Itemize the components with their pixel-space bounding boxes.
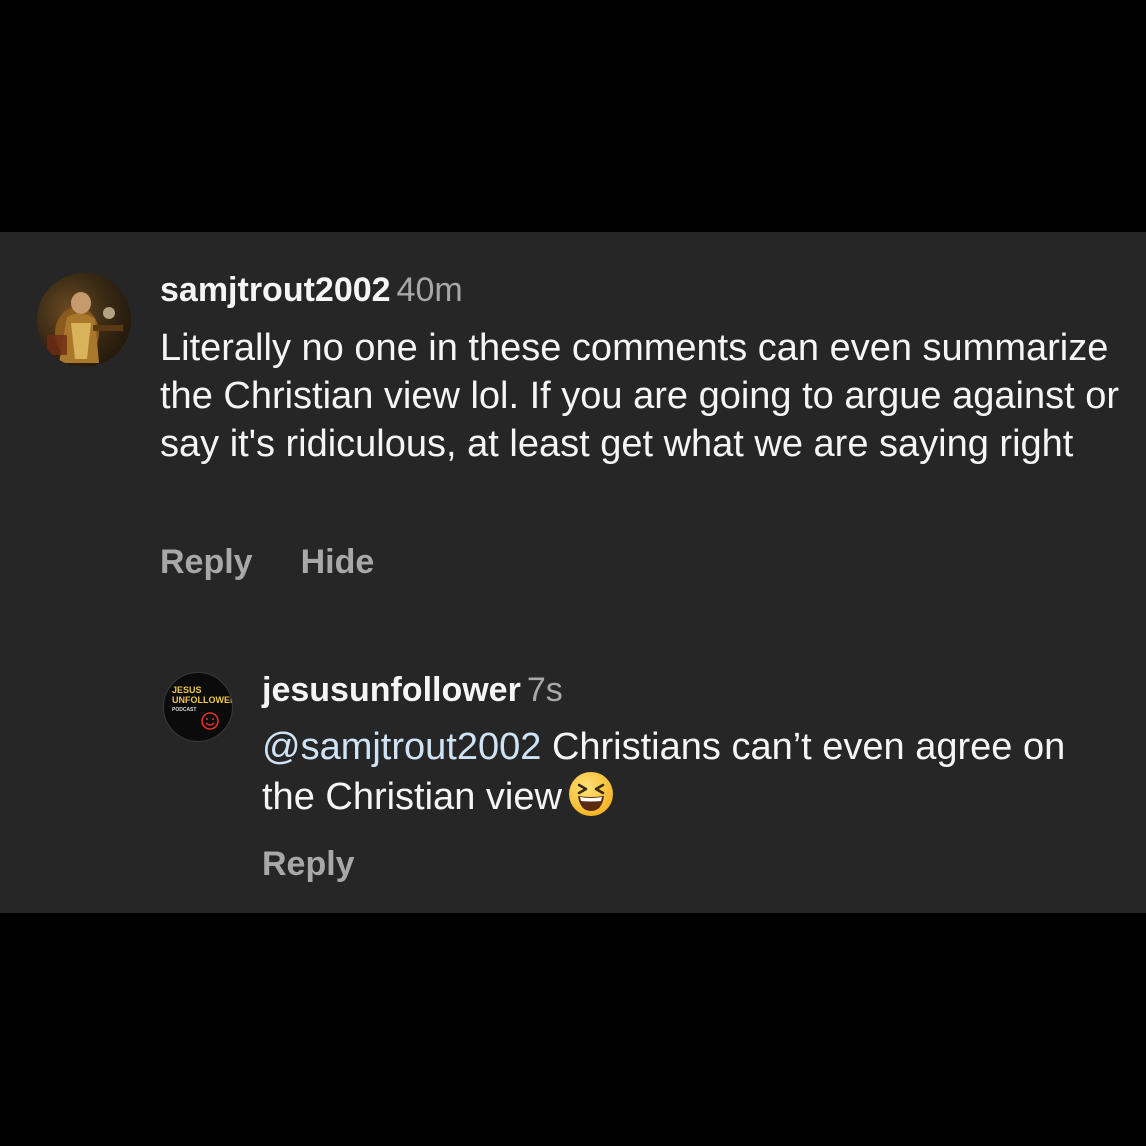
comment-text: Literally no one in these comments can e… (160, 327, 1119, 465)
comment-header: samjtrout2002 40m (160, 270, 463, 310)
timestamp: 7s (526, 671, 563, 709)
reply-button[interactable]: Reply (160, 543, 253, 581)
mention-link[interactable]: @samjtrout2002 (262, 726, 541, 768)
reply-button[interactable]: Reply (262, 845, 355, 883)
avatar[interactable] (37, 273, 131, 367)
comment-header: jesusunfollower 7s (262, 670, 563, 710)
comment: samjtrout2002 40m Literally no one in the… (0, 232, 1146, 612)
grinning-squinting-face-icon (568, 772, 613, 816)
avatar[interactable]: JESUS UNFOLLOWER PODCAST (163, 672, 233, 742)
comments-panel: samjtrout2002 40m Literally no one in the… (0, 232, 1146, 913)
podcast-logo-avatar-icon: JESUS UNFOLLOWER PODCAST (172, 685, 232, 730)
comment-text: @samjtrout2002 Christians can’t even agr… (262, 723, 1122, 821)
username[interactable]: samjtrout2002 (160, 271, 391, 309)
timestamp: 40m (396, 271, 463, 309)
logo-text-jesus: JESUS (172, 685, 202, 695)
logo-text-podcast: PODCAST (172, 707, 196, 713)
logo-text-unfollower: UNFOLLOWER (172, 695, 232, 705)
painting-avatar-icon (47, 292, 123, 363)
hide-button[interactable]: Hide (301, 543, 375, 581)
comment-actions: Reply (262, 844, 355, 884)
username[interactable]: jesusunfollower (262, 671, 521, 709)
comment-actions: Reply Hide (160, 542, 374, 582)
